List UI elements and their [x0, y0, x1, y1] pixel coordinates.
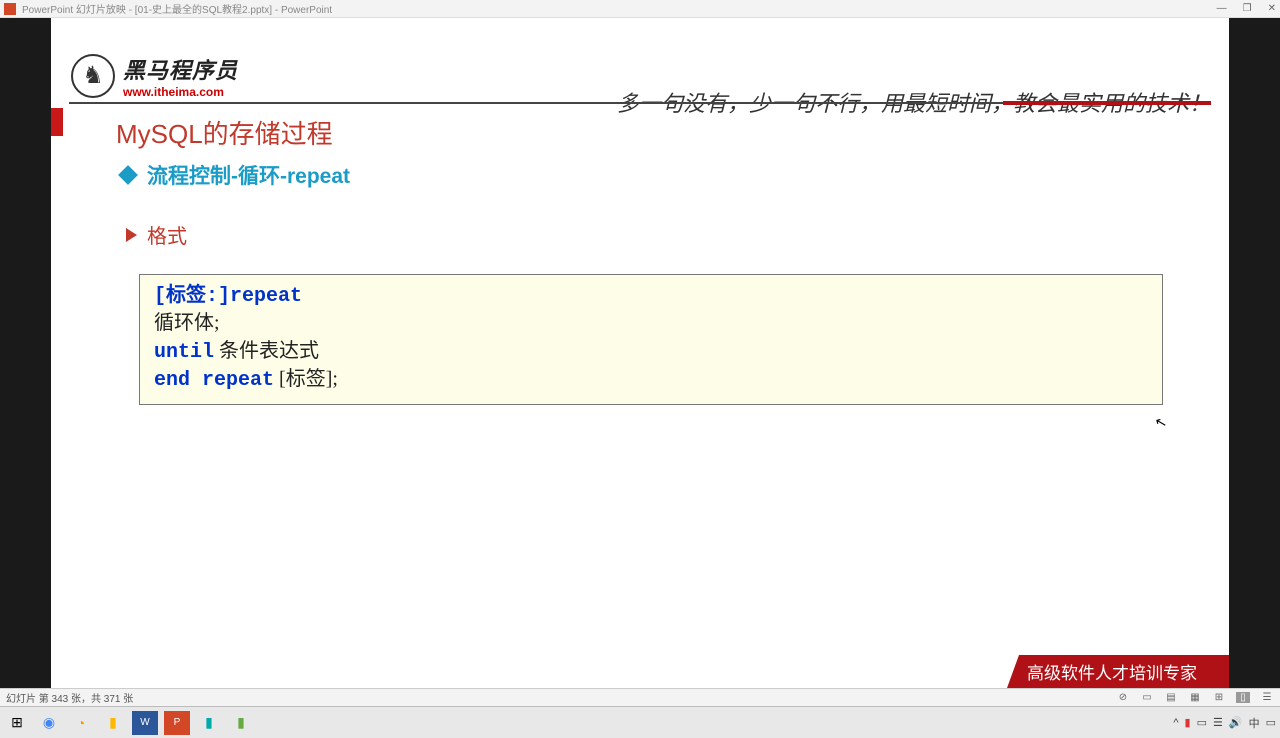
- window-titlebar: PowerPoint 幻灯片放映 - [01-史上最全的SQL教程2.pptx]…: [0, 0, 1280, 18]
- browser-icon[interactable]: ◔: [68, 711, 94, 735]
- footer-ribbon: 高级软件人才培训专家: [1007, 655, 1229, 688]
- header-divider: [69, 102, 1211, 104]
- grid-view-icon[interactable]: ⊞: [1212, 692, 1226, 703]
- sorter-view-icon[interactable]: ▤: [1164, 692, 1178, 703]
- windows-taskbar: ⊞ ◉ ◔ ▮ W P ▮ ▮ ^ ▮ ▭ ☰ 🔊 中 ▭: [0, 706, 1280, 738]
- triangle-bullet-icon: [126, 228, 137, 242]
- normal-view-icon[interactable]: ▭: [1140, 692, 1154, 703]
- comments-icon[interactable]: ☰: [1260, 692, 1274, 703]
- slideshow-view-icon[interactable]: ▯: [1236, 692, 1250, 703]
- word-icon[interactable]: W: [132, 711, 158, 735]
- red-side-tab: [51, 108, 63, 136]
- app-icon-2[interactable]: ▮: [228, 711, 254, 735]
- app-icon-1[interactable]: ▮: [196, 711, 222, 735]
- code-block: [标签:]repeat 循环体; until 条件表达式 end repeat …: [139, 274, 1163, 405]
- logo-chinese: 黑马程序员: [123, 53, 238, 85]
- ime-indicator[interactable]: 中: [1249, 715, 1260, 731]
- logo-url: www.itheima.com: [123, 85, 238, 99]
- reading-view-icon[interactable]: ▦: [1188, 692, 1202, 703]
- status-bar: 幻灯片 第 343 张，共 371 张 ⊘ ▭ ▤ ▦ ⊞ ▯ ☰: [0, 688, 1280, 706]
- tray-screen-icon[interactable]: ▭: [1197, 716, 1207, 729]
- maximize-button[interactable]: ❐: [1243, 3, 1252, 14]
- explorer-icon[interactable]: ▮: [100, 711, 126, 735]
- close-button[interactable]: ✕: [1268, 3, 1276, 14]
- logo: ♞ 黑马程序员 www.itheima.com: [71, 53, 238, 99]
- horse-icon: ♞: [71, 54, 115, 98]
- window-title: PowerPoint 幻灯片放映 - [01-史上最全的SQL教程2.pptx]…: [22, 1, 332, 16]
- slide-content: ♞ 黑马程序员 www.itheima.com 多一句没有，少一句不行，用最短时…: [51, 18, 1229, 688]
- format-label: 格式: [147, 220, 187, 249]
- start-button[interactable]: ⊞: [4, 711, 30, 735]
- diamond-bullet-icon: [118, 165, 138, 185]
- minimize-button[interactable]: —: [1217, 3, 1227, 14]
- subtitle: 流程控制-循环-repeat: [147, 160, 350, 190]
- powerpoint-icon[interactable]: P: [164, 711, 190, 735]
- tray-chevron-icon[interactable]: ^: [1173, 717, 1178, 729]
- system-tray: ^ ▮ ▭ ☰ 🔊 中 ▭: [1173, 715, 1276, 731]
- notifications-icon[interactable]: ▭: [1266, 716, 1276, 729]
- window-controls: — ❐ ✕: [1217, 3, 1276, 14]
- tray-app-icon[interactable]: ▮: [1185, 716, 1191, 729]
- slide-counter: 幻灯片 第 343 张，共 371 张: [6, 690, 133, 705]
- view-controls: ⊘ ▭ ▤ ▦ ⊞ ▯ ☰: [1116, 692, 1274, 703]
- tray-volume-icon[interactable]: 🔊: [1229, 716, 1243, 729]
- slide-title: MySQL的存储过程: [116, 114, 333, 151]
- slideshow-stage[interactable]: ♞ 黑马程序员 www.itheima.com 多一句没有，少一句不行，用最短时…: [0, 18, 1280, 688]
- powerpoint-app-icon: [4, 3, 16, 15]
- tray-network-icon[interactable]: ☰: [1213, 716, 1223, 729]
- notes-icon[interactable]: ⊘: [1116, 692, 1130, 703]
- chrome-icon[interactable]: ◉: [36, 711, 62, 735]
